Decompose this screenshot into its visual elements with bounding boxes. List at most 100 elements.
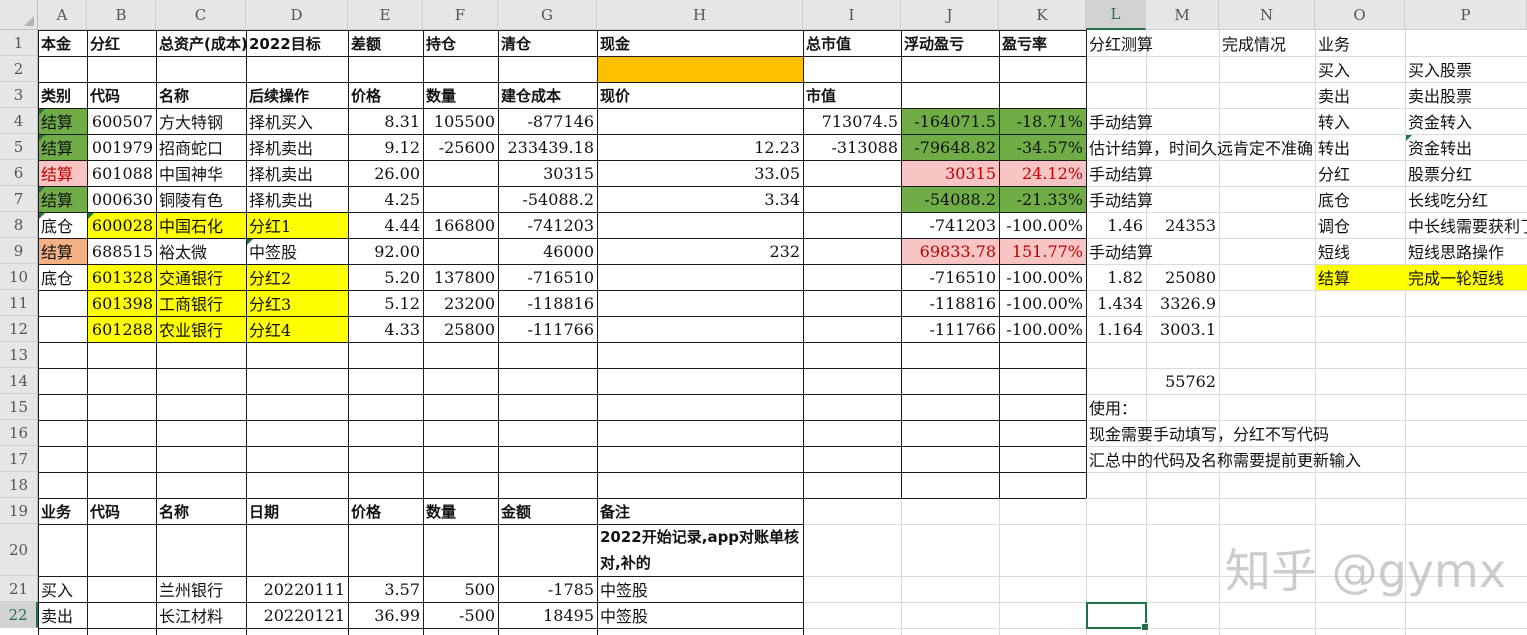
column-header-l[interactable]: L bbox=[1086, 0, 1146, 30]
cell-a3[interactable]: 类别 bbox=[38, 82, 87, 108]
column-header-d[interactable]: D bbox=[246, 0, 348, 30]
cell-b12[interactable]: 601288 bbox=[87, 316, 156, 342]
cell-m10[interactable]: 25080 bbox=[1146, 264, 1219, 290]
column-header-j[interactable]: J bbox=[901, 0, 999, 30]
cell-p9[interactable]: 短线思路操作 bbox=[1405, 238, 1527, 264]
cell-d19[interactable]: 日期 bbox=[246, 498, 348, 524]
cell-l7[interactable]: 手动结算 bbox=[1086, 186, 1315, 212]
cell-g8[interactable]: -741203 bbox=[498, 212, 597, 238]
cell-p2[interactable]: 买入股票 bbox=[1405, 56, 1527, 82]
cell-o1[interactable]: 业务 bbox=[1315, 30, 1527, 56]
cell-c1[interactable]: 总资产(成本) bbox=[156, 30, 246, 56]
cell-j7[interactable]: -54088.2 bbox=[901, 186, 999, 212]
cell-c21[interactable]: 兰州银行 bbox=[156, 576, 246, 602]
cell-m8[interactable]: 24353 bbox=[1146, 212, 1219, 238]
cell-j12[interactable]: -111766 bbox=[901, 316, 999, 342]
cell-c11[interactable]: 工商银行 bbox=[156, 290, 246, 316]
cell-j5[interactable]: -79648.82 bbox=[901, 134, 999, 160]
cell-d11[interactable]: 分红3 bbox=[246, 290, 348, 316]
cell-f3[interactable]: 数量 bbox=[423, 82, 498, 108]
cell-g12[interactable]: -111766 bbox=[498, 316, 597, 342]
cell-i3[interactable]: 市值 bbox=[803, 82, 1086, 108]
row-header-9[interactable]: 9 bbox=[0, 238, 38, 264]
cell-k11[interactable]: -100.00% bbox=[999, 290, 1086, 316]
cell-e21[interactable]: 3.57 bbox=[348, 576, 423, 602]
row-header-19[interactable]: 19 bbox=[0, 498, 38, 524]
cell-e3[interactable]: 价格 bbox=[348, 82, 423, 108]
cell-d6[interactable]: 择机卖出 bbox=[246, 160, 348, 186]
cell-a7[interactable]: 结算 bbox=[38, 186, 87, 212]
cell-c22[interactable]: 长江材料 bbox=[156, 602, 246, 628]
cell-d8[interactable]: 分红1 bbox=[246, 212, 348, 238]
cell-b4[interactable]: 600507 bbox=[87, 108, 156, 134]
cell-l10[interactable]: 1.82 bbox=[1086, 264, 1146, 290]
cell-a22[interactable]: 卖出 bbox=[38, 602, 156, 628]
cell-f11[interactable]: 23200 bbox=[423, 290, 498, 316]
cell-g3[interactable]: 建仓成本 bbox=[498, 82, 597, 108]
cell-b19[interactable]: 代码 bbox=[87, 498, 156, 524]
cell-k10[interactable]: -100.00% bbox=[999, 264, 1086, 290]
cell-g1[interactable]: 清仓 bbox=[498, 30, 597, 56]
cell-p8[interactable]: 中长线需要获利了结 bbox=[1405, 212, 1527, 238]
cell-j9[interactable]: 69833.78 bbox=[901, 238, 999, 264]
column-header-b[interactable]: B bbox=[87, 0, 156, 30]
cell-m11[interactable]: 3326.9 bbox=[1146, 290, 1219, 316]
cell-g19[interactable]: 金额 bbox=[498, 498, 597, 524]
cell-e5[interactable]: 9.12 bbox=[348, 134, 423, 160]
cell-p5[interactable]: 资金转出 bbox=[1405, 134, 1527, 160]
column-header-e[interactable]: E bbox=[348, 0, 423, 30]
column-header-a[interactable]: A bbox=[38, 0, 87, 30]
row-header-5[interactable]: 5 bbox=[0, 134, 38, 160]
cell-o8[interactable]: 调仓 bbox=[1315, 212, 1405, 238]
column-header-i[interactable]: I bbox=[803, 0, 901, 30]
cell-g7[interactable]: -54088.2 bbox=[498, 186, 597, 212]
row-header-1[interactable]: 1 bbox=[0, 30, 38, 56]
active-cell-selection[interactable] bbox=[1086, 602, 1149, 631]
cell-c12[interactable]: 农业银行 bbox=[156, 316, 246, 342]
cell-o2[interactable]: 买入 bbox=[1315, 56, 1405, 82]
select-all-corner[interactable] bbox=[0, 0, 38, 30]
cell-l15[interactable]: 使用： bbox=[1086, 394, 1527, 420]
cell-k6[interactable]: 24.12% bbox=[999, 160, 1086, 186]
cell-d1[interactable]: 2022目标 bbox=[246, 30, 348, 56]
cell-k5[interactable]: -34.57% bbox=[999, 134, 1086, 160]
cell-k1[interactable]: 盈亏率 bbox=[999, 30, 1086, 56]
cell-d3[interactable]: 后续操作 bbox=[246, 82, 348, 108]
cell-a8[interactable]: 底仓 bbox=[38, 212, 87, 238]
row-header-16[interactable]: 16 bbox=[0, 420, 38, 446]
cell-f4[interactable]: 105500 bbox=[423, 108, 498, 134]
cell-b3[interactable]: 代码 bbox=[87, 82, 156, 108]
cell-b7[interactable]: 000630 bbox=[87, 186, 156, 212]
column-header-n[interactable]: N bbox=[1219, 0, 1315, 30]
column-header-p[interactable]: P bbox=[1405, 0, 1527, 30]
column-header-g[interactable]: G bbox=[498, 0, 597, 30]
row-header-21[interactable]: 21 bbox=[0, 576, 38, 602]
cell-e22[interactable]: 36.99 bbox=[348, 602, 423, 628]
cell-o3[interactable]: 卖出 bbox=[1315, 82, 1405, 108]
row-header-13[interactable]: 13 bbox=[0, 342, 38, 368]
row-header-7[interactable]: 7 bbox=[0, 186, 38, 212]
cell-b11[interactable]: 601398 bbox=[87, 290, 156, 316]
cell-c4[interactable]: 方大特钢 bbox=[156, 108, 246, 134]
cell-j4[interactable]: -164071.5 bbox=[901, 108, 999, 134]
cell-k12[interactable]: -100.00% bbox=[999, 316, 1086, 342]
row-header-15[interactable]: 15 bbox=[0, 394, 38, 420]
cell-k8[interactable]: -100.00% bbox=[999, 212, 1086, 238]
cell-j8[interactable]: -741203 bbox=[901, 212, 999, 238]
cell-c10[interactable]: 交通银行 bbox=[156, 264, 246, 290]
cell-h20[interactable]: 2022开始记录,app对账单核对,补的 bbox=[597, 524, 803, 576]
cell-d22[interactable]: 20220121 bbox=[246, 602, 348, 628]
cell-d7[interactable]: 择机卖出 bbox=[246, 186, 348, 212]
cell-i5[interactable]: -313088 bbox=[803, 134, 901, 160]
cell-f21[interactable]: 500 bbox=[423, 576, 498, 602]
cell-l4[interactable]: 手动结算 bbox=[1086, 108, 1315, 134]
cell-c8[interactable]: 中国石化 bbox=[156, 212, 246, 238]
cell-a1[interactable]: 本金 bbox=[38, 30, 87, 56]
cell-j10[interactable]: -716510 bbox=[901, 264, 999, 290]
cell-p7[interactable]: 长线吃分红 bbox=[1405, 186, 1527, 212]
cell-e7[interactable]: 4.25 bbox=[348, 186, 423, 212]
spreadsheet-grid[interactable]: ABCDEFGHIJKLMNOP 1 2 3 4 5 6 7 8 9 10 11 12 13 14 15 16… bbox=[0, 0, 1527, 635]
cell-c3[interactable]: 名称 bbox=[156, 82, 246, 108]
cell-b8[interactable]: 600028 bbox=[87, 212, 156, 238]
cell-d5[interactable]: 择机卖出 bbox=[246, 134, 348, 160]
